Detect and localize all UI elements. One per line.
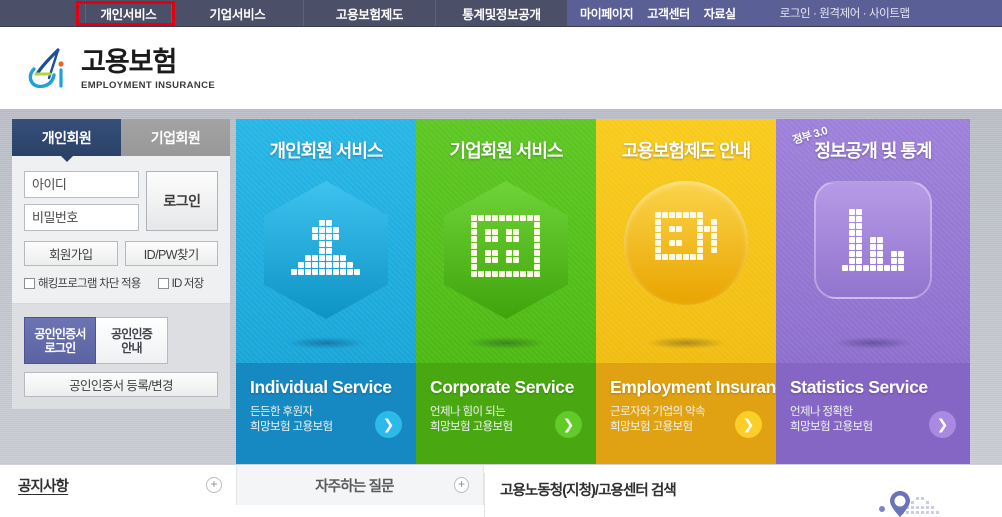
save-id-checkbox[interactable]: ID 저장: [157, 275, 205, 291]
nav-item-insurance-system[interactable]: 고용보험제도: [304, 0, 436, 26]
icon-shadow: [466, 337, 546, 349]
column-divider: [484, 473, 485, 517]
site-header: 고용보험 EMPLOYMENT INSURANCE: [0, 27, 1002, 109]
building-pixel-icon: [471, 215, 541, 285]
hexagon-shape: [264, 181, 388, 319]
hacking-block-checkbox[interactable]: 해킹프로그램 차단 적용: [24, 275, 141, 291]
rounded-square-shape: [814, 181, 932, 299]
ei-logo-icon: [28, 47, 72, 91]
office-search-column: 고용노동청(지청)/고용센터 검색: [484, 465, 1002, 517]
bar-chart-pixel-icon: [841, 208, 905, 272]
top-navigation-bar: 개인서비스 기업서비스 고용보험제도 통계및정보공개 마이페이지 고객센터 자료…: [0, 0, 1002, 27]
panel-icon-area-individual: [236, 175, 416, 363]
site-logo[interactable]: 고용보험 EMPLOYMENT INSURANCE: [28, 47, 215, 91]
logo-title-korean: 고용보험: [81, 47, 177, 77]
faq-tab-label: 자주하는 질문: [315, 478, 394, 495]
certificate-guide-button[interactable]: 공인인증 안내: [96, 317, 168, 364]
login-input-group: 아이디 비밀번호: [24, 171, 139, 231]
nav-utility-links[interactable]: 로그인 · 원격제어 · 사이트맵: [780, 5, 910, 21]
login-form: 아이디 비밀번호 로그인 회원가입 ID/PW찾기 해킹프로그램 차단 적용 I…: [12, 156, 230, 304]
panel-english-individual: Individual Service: [250, 377, 392, 397]
logo-text-block: 고용보험 EMPLOYMENT INSURANCE: [81, 47, 216, 92]
certificate-register-button[interactable]: 공인인증서 등록/변경: [24, 372, 218, 397]
panel-top-statistics: 정부 3.0 정보공개 및 통계: [776, 119, 970, 363]
checkbox-icon: [24, 277, 35, 289]
panel-icon-area-corporate: [416, 175, 596, 363]
certificate-section: 공인인증서 로그인 공인인증 안내 공인인증서 등록/변경: [12, 304, 230, 409]
panel-icon-area-insurance: [596, 175, 776, 363]
panel-arrow-button-corporate[interactable]: ❯: [555, 411, 582, 438]
nav-item-corporate-service[interactable]: 기업서비스: [172, 0, 304, 26]
login-panel: 개인회원 기업회원 아이디 비밀번호 로그인 회원가입 ID/PW찾기 해킹프로…: [12, 119, 230, 409]
certificate-guide-label: 공인인증 안내: [111, 326, 153, 355]
notice-column: 공지사항 +: [0, 465, 236, 517]
main-content-band: 개인회원 기업회원 아이디 비밀번호 로그인 회원가입 ID/PW찾기 해킹프로…: [0, 109, 1002, 517]
panel-top-insurance: 고용보험제도 안내: [596, 119, 776, 363]
login-credentials-row: 아이디 비밀번호 로그인: [24, 171, 218, 231]
icon-shadow: [286, 337, 366, 349]
hexagon-shape: [444, 181, 568, 319]
certificate-login-label: 공인인증서 로그인: [34, 326, 86, 355]
notice-tab-label: 공지사항: [18, 478, 69, 495]
logo-title-english: EMPLOYMENT INSURANCE: [81, 80, 216, 91]
nav-item-statistics-disclosure[interactable]: 통계및정보공개: [436, 0, 568, 26]
login-secondary-buttons: 회원가입 ID/PW찾기: [24, 241, 218, 266]
panel-arrow-button-insurance[interactable]: ❯: [735, 411, 762, 438]
login-tab-individual[interactable]: 개인회원: [12, 119, 121, 162]
save-id-label: ID 저장: [171, 278, 205, 290]
panel-bottom-corporate: Corporate Service 언제나 힘이 되는 희망보험 고용보험 ❯: [416, 363, 596, 464]
icon-shadow: [833, 337, 913, 349]
panel-title-corporate: 기업회원 서비스: [449, 141, 564, 161]
nav-utility-archive[interactable]: 자료실: [704, 5, 736, 22]
service-panel-insurance[interactable]: 고용보험제도 안내 Employment Insuran 근로자와 기업의 약속…: [596, 119, 776, 464]
login-submit-button[interactable]: 로그인: [146, 171, 218, 231]
service-panel-group: 개인회원 서비스 Individual Service 든든한 후원자 희망보험…: [236, 119, 970, 464]
service-panel-individual[interactable]: 개인회원 서비스 Individual Service 든든한 후원자 희망보험…: [236, 119, 416, 464]
icon-shadow: [646, 337, 726, 349]
panel-arrow-button-statistics[interactable]: ❯: [929, 411, 956, 438]
panel-english-insurance: Employment Insurance: [610, 377, 776, 397]
userid-input[interactable]: 아이디: [24, 171, 139, 198]
nav-item-personal-service[interactable]: 개인서비스: [86, 0, 172, 26]
service-panel-statistics[interactable]: 정부 3.0 정보공개 및 통계 Statistics Service 언제나 …: [776, 119, 970, 464]
login-tab-corporate[interactable]: 기업회원: [121, 119, 230, 156]
notice-tab[interactable]: 공지사항 +: [0, 465, 236, 505]
panel-bottom-individual: Individual Service 든든한 후원자 희망보험 고용보험 ❯: [236, 363, 416, 464]
person-pixel-icon: [291, 220, 361, 280]
panel-english-corporate: Corporate Service: [430, 377, 574, 397]
nav-utility-mypage[interactable]: 마이페이지: [580, 5, 634, 22]
find-id-password-button[interactable]: ID/PW찾기: [124, 241, 218, 266]
panel-english-statistics: Statistics Service: [790, 377, 928, 397]
panel-title-individual: 개인회원 서비스: [269, 141, 384, 161]
faq-more-button[interactable]: +: [453, 477, 469, 493]
notice-more-button[interactable]: +: [206, 477, 222, 493]
panel-bottom-statistics: Statistics Service 언제나 정확한 희망보험 고용보험 ❯: [776, 363, 970, 464]
hacking-block-label: 해킹프로그램 차단 적용: [38, 278, 141, 290]
nav-utility-area: 마이페이지 고객센터 자료실 로그인 · 원격제어 · 사이트맵: [568, 0, 1002, 26]
panel-bottom-insurance: Employment Insurance 근로자와 기업의 약속 희망보험 고용…: [596, 363, 776, 464]
nav-left-spacer: [0, 0, 86, 26]
panel-arrow-button-individual[interactable]: ❯: [375, 411, 402, 438]
checkbox-icon: [157, 277, 169, 289]
nav-utility-customer-center[interactable]: 고객센터: [647, 5, 690, 22]
faq-column: 자주하는 질문 +: [236, 465, 484, 517]
panel-title-insurance: 고용보험제도 안내: [621, 141, 751, 161]
certificate-button-row: 공인인증서 로그인 공인인증 안내: [24, 317, 218, 364]
password-input[interactable]: 비밀번호: [24, 204, 139, 231]
panel-top-corporate: 기업회원 서비스: [416, 119, 596, 363]
panel-top-individual: 개인회원 서비스: [236, 119, 416, 363]
panel-icon-area-statistics: [776, 175, 970, 363]
certificate-login-button[interactable]: 공인인증서 로그인: [24, 317, 96, 364]
login-tab-group: 개인회원 기업회원: [12, 119, 230, 162]
circle-shape: [624, 181, 748, 305]
login-options-row: 해킹프로그램 차단 적용 ID 저장: [24, 275, 218, 291]
bottom-section: 공지사항 + 자주하는 질문 + 고용노동청(지청)/고용센터 검색: [0, 465, 1002, 517]
service-panel-corporate[interactable]: 기업회원 서비스 Corporate Service 언제나 힘이 되는 희망보…: [416, 119, 596, 464]
faq-tab[interactable]: 자주하는 질문 +: [236, 465, 484, 505]
map-pin-icon: [854, 485, 950, 517]
document-pixel-icon: [654, 211, 718, 275]
signup-button[interactable]: 회원가입: [24, 241, 118, 266]
